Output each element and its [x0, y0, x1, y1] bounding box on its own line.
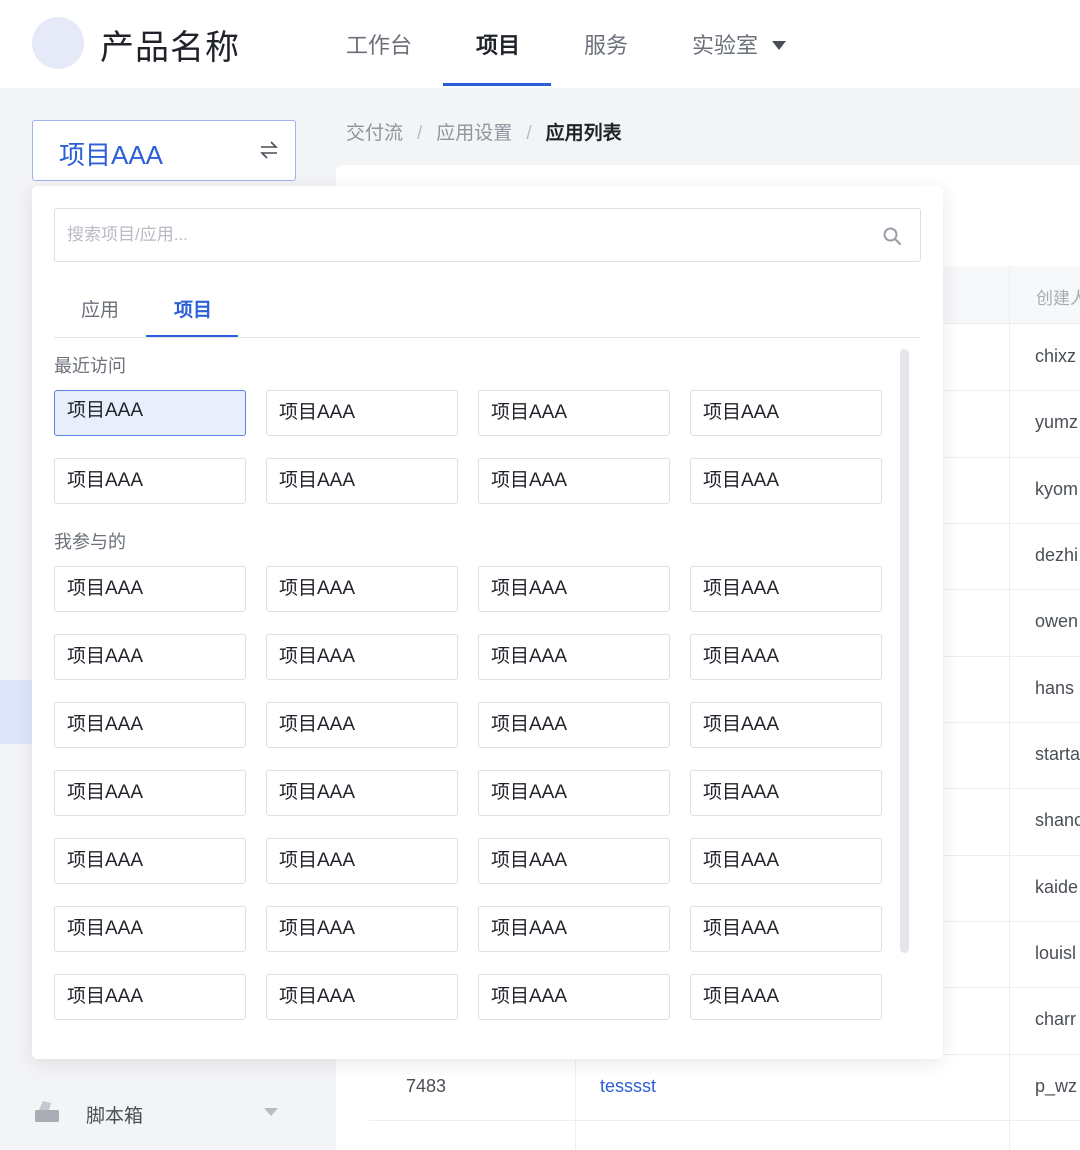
project-chip[interactable]: 项目AAA: [54, 838, 246, 884]
project-chip[interactable]: 项目AAA: [54, 458, 246, 504]
cell-creator: shanc: [1035, 810, 1080, 830]
joined-projects-grid: 项目AAA 项目AAA 项目AAA 项目AAA 项目AAA 项目AAA 项目AA…: [54, 566, 882, 1020]
toolbox-icon: [35, 1101, 59, 1122]
project-chip[interactable]: 项目AAA: [266, 566, 458, 612]
chevron-down-icon: [264, 1108, 278, 1116]
product-logo[interactable]: [32, 17, 84, 69]
project-chip[interactable]: 项目AAA: [266, 906, 458, 952]
project-chip[interactable]: 项目AAA: [690, 702, 882, 748]
tabs-divider: [54, 337, 921, 338]
project-chip[interactable]: 项目AAA: [266, 634, 458, 680]
project-chip[interactable]: 项目AAA: [690, 390, 882, 436]
project-chip[interactable]: 项目AAA: [266, 838, 458, 884]
cell-creator: yumz: [1035, 412, 1079, 432]
project-chip[interactable]: 项目AAA: [54, 906, 246, 952]
product-name: 产品名称: [100, 29, 240, 67]
search-icon[interactable]: [882, 226, 902, 246]
panel-scrollbar[interactable]: [900, 349, 909, 953]
project-chip[interactable]: 项目AAA: [478, 634, 670, 680]
sidebar-item-script-box[interactable]: 脚本箱: [34, 1096, 284, 1130]
project-chip[interactable]: 项目AAA: [478, 974, 670, 1020]
sidebar-item-label: 脚本箱: [86, 1106, 144, 1127]
project-chip[interactable]: 项目AAA: [54, 634, 246, 680]
search-input[interactable]: [67, 209, 867, 261]
project-chip[interactable]: 项目AAA: [690, 838, 882, 884]
current-project-label: 项目AAA: [59, 140, 164, 170]
project-chip[interactable]: 项目AAA: [478, 390, 670, 436]
project-chip[interactable]: 项目AAA: [690, 974, 882, 1020]
chevron-down-icon: [772, 40, 787, 50]
project-chip[interactable]: 项目AAA: [690, 770, 882, 816]
section-title-joined: 我参与的: [54, 532, 126, 552]
nav-service[interactable]: 服务: [584, 28, 628, 60]
project-chip[interactable]: 项目AAA: [54, 702, 246, 748]
search-box: [54, 208, 921, 262]
project-chip[interactable]: 项目AAA: [690, 458, 882, 504]
column-divider: [1009, 266, 1010, 1150]
project-chip[interactable]: 项目AAA: [478, 702, 670, 748]
project-switcher[interactable]: 项目AAA: [32, 120, 296, 181]
breadcrumb-current: 应用列表: [545, 123, 622, 144]
column-header-creator: 创建人: [1036, 289, 1080, 308]
section-title-recent: 最近访问: [54, 356, 126, 376]
cell-creator: p_wz: [1035, 1076, 1078, 1096]
project-chip[interactable]: 项目AAA: [266, 702, 458, 748]
cell-app-name-link[interactable]: tesssst: [600, 1076, 656, 1097]
project-chip[interactable]: 项目AAA: [266, 974, 458, 1020]
tab-projects[interactable]: 项目: [174, 295, 212, 322]
nav-project[interactable]: 项目: [476, 28, 520, 60]
switch-arrows-icon: [260, 141, 278, 159]
cell-id: 7483: [406, 1076, 447, 1096]
breadcrumb-separator: /: [417, 123, 423, 144]
project-chip[interactable]: 项目AAA: [478, 838, 670, 884]
row-divider: [369, 1120, 1080, 1121]
cell-creator: hans: [1035, 678, 1075, 698]
breadcrumb-delivery-flow[interactable]: 交付流: [346, 123, 403, 144]
cell-creator: dezhi: [1035, 545, 1079, 565]
top-navigation-bar: 产品名称 工作台 项目 服务 实验室: [0, 0, 1080, 88]
column-divider: [575, 1056, 576, 1150]
nav-workbench[interactable]: 工作台: [346, 28, 412, 60]
project-chip[interactable]: 项目AAA: [54, 566, 246, 612]
cell-creator: starta: [1035, 744, 1080, 764]
project-chip[interactable]: 项目AAA: [266, 770, 458, 816]
project-chip[interactable]: 项目AAA: [266, 458, 458, 504]
cell-creator: kaide: [1035, 877, 1079, 897]
breadcrumb-app-settings[interactable]: 应用设置: [436, 123, 512, 144]
nav-lab[interactable]: 实验室: [692, 28, 787, 60]
breadcrumb: 交付流 / 应用设置 / 应用列表: [346, 118, 622, 145]
project-chip[interactable]: 项目AAA: [54, 974, 246, 1020]
cell-creator: owen: [1035, 611, 1079, 631]
sidebar-selected-indicator: [0, 680, 32, 744]
project-chip[interactable]: 项目AAA: [478, 906, 670, 952]
breadcrumb-separator: /: [526, 123, 532, 144]
cell-creator: charr: [1035, 1009, 1077, 1029]
project-chip[interactable]: 项目AAA: [54, 770, 246, 816]
nav-lab-label: 实验室: [692, 33, 759, 58]
project-chip[interactable]: 项目AAA: [478, 770, 670, 816]
cell-creator: kyom: [1035, 479, 1079, 499]
cell-creator: chixz: [1035, 346, 1077, 366]
project-chip[interactable]: 项目AAA: [690, 566, 882, 612]
project-chip[interactable]: 项目AAA: [478, 458, 670, 504]
recent-projects-grid: 项目AAA 项目AAA 项目AAA 项目AAA 项目AAA 项目AAA 项目AA…: [54, 390, 882, 504]
cell-creator: louisl: [1035, 943, 1077, 963]
project-chip[interactable]: 项目AAA: [690, 906, 882, 952]
project-chip[interactable]: 项目AAA: [54, 390, 246, 436]
project-chip[interactable]: 项目AAA: [478, 566, 670, 612]
project-chip[interactable]: 项目AAA: [690, 634, 882, 680]
active-nav-indicator: [443, 83, 551, 86]
project-chip[interactable]: 项目AAA: [266, 390, 458, 436]
project-switcher-dropdown: 应用 项目 最近访问 项目AAA 项目AAA 项目AAA 项目AAA 项目AAA…: [32, 186, 943, 1059]
tab-applications[interactable]: 应用: [81, 295, 119, 322]
